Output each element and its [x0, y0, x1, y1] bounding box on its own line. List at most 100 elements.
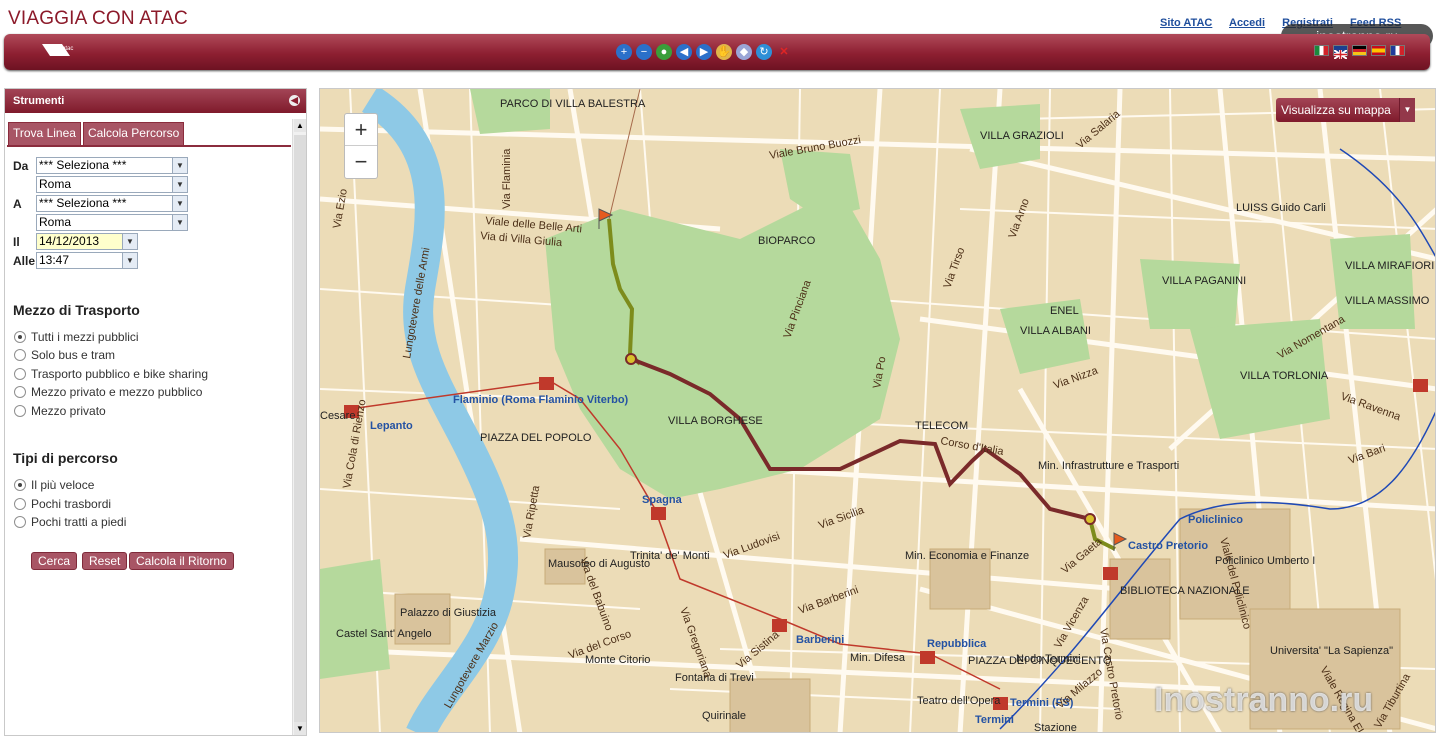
- link-accedi[interactable]: Accedi: [1229, 17, 1265, 29]
- label-barberini: Barberini: [796, 634, 844, 646]
- da-label: Da: [13, 159, 29, 173]
- villa-paganini-park: [1140, 259, 1240, 329]
- label-monte-citorio: Monte Citorio: [585, 654, 650, 666]
- label-quirinale: Quirinale: [702, 710, 746, 722]
- metro-east-icon[interactable]: [1413, 379, 1428, 392]
- tab-calcola-percorso[interactable]: Calcola Percorso: [82, 122, 185, 145]
- villa-mirafiori-park: [1330, 234, 1415, 329]
- map-zoom-out-button[interactable]: −: [345, 146, 377, 178]
- link-sito-atac[interactable]: Sito ATAC: [1160, 17, 1212, 29]
- chevron-down-icon: ▼: [172, 196, 187, 211]
- close-icon[interactable]: ✕: [776, 44, 792, 60]
- map-canvas: PARCO DI VILLA BALESTRA BIOPARCO VILLA B…: [320, 89, 1435, 733]
- zoom-in-icon[interactable]: +: [616, 44, 632, 60]
- date-field[interactable]: 14/12/2013 ▼: [36, 233, 138, 250]
- calendar-dropdown-icon: ▼: [122, 234, 137, 249]
- metro-repubblica-icon[interactable]: [920, 651, 935, 664]
- metro-castro-pretorio-icon[interactable]: [1103, 567, 1118, 580]
- label-villa-balestra: PARCO DI VILLA BALESTRA: [500, 98, 646, 110]
- back-icon[interactable]: ◀: [676, 44, 692, 60]
- time-value: 13:47: [39, 253, 70, 267]
- atac-logo-icon: atac: [42, 44, 73, 56]
- radio-label: Mezzo privato: [31, 404, 106, 418]
- flag-de-icon[interactable]: [1352, 45, 1367, 56]
- metro-flaminio-icon[interactable]: [539, 377, 554, 390]
- flag-it-icon[interactable]: [1314, 45, 1329, 56]
- toolbar: atac + − ● ◀ ▶ ✋ ◆ ↻ ✕: [4, 34, 1430, 70]
- eraser-icon[interactable]: ◆: [736, 44, 752, 60]
- forward-icon[interactable]: ▶: [696, 44, 712, 60]
- a-select[interactable]: *** Seleziona *** ▼: [36, 195, 188, 212]
- panel-scrollbar[interactable]: ▲ ▼: [292, 119, 306, 735]
- time-field[interactable]: 13:47 ▼: [36, 252, 138, 269]
- scroll-thumb[interactable]: [294, 135, 306, 729]
- label-villa-grazioli: VILLA GRAZIOLI: [980, 130, 1064, 142]
- label-villa-mirafiori: VILLA MIRAFIORI: [1345, 260, 1434, 272]
- reset-button[interactable]: Reset: [82, 552, 128, 570]
- radio-tutti-mezzi[interactable]: Tutti i mezzi pubblici: [14, 330, 139, 344]
- radio-dot: [14, 516, 26, 528]
- label-termini: Termini: [975, 714, 1014, 726]
- radio-privato[interactable]: Mezzo privato: [14, 404, 106, 418]
- radio-bike-sharing[interactable]: Trasporto pubblico e bike sharing: [14, 367, 208, 381]
- radio-dot: [14, 349, 26, 361]
- collapse-icon[interactable]: ◀: [289, 95, 300, 106]
- tipi-title: Tipi di percorso: [13, 450, 118, 466]
- radio-pochi-trasbordi[interactable]: Pochi trasbordi: [14, 497, 111, 511]
- panel-title: Strumenti: [13, 95, 65, 107]
- radio-label: Pochi tratti a piedi: [31, 515, 127, 529]
- label-villa-massimo: VILLA MASSIMO: [1345, 295, 1430, 307]
- radio-label: Mezzo privato e mezzo pubblico: [31, 385, 203, 399]
- route-stop-end[interactable]: [1084, 513, 1096, 525]
- a-select-value: *** Seleziona ***: [39, 196, 127, 210]
- hand-icon[interactable]: ✋: [716, 44, 732, 60]
- label-nodo-termini: Nodo Termini: [1016, 653, 1081, 665]
- da-city-select[interactable]: Roma ▼: [36, 176, 188, 193]
- a-city-select[interactable]: Roma ▼: [36, 214, 188, 231]
- visualizza-label: Visualizza su mappa: [1281, 103, 1391, 117]
- label-castro-pretorio: Castro Pretorio: [1128, 540, 1208, 552]
- panel-header: Strumenti ◀: [5, 89, 306, 113]
- radio-label: Solo bus e tram: [31, 348, 116, 362]
- radio-label: Tutti i mezzi pubblici: [31, 330, 139, 344]
- tab-trova-linea[interactable]: Trova Linea: [8, 122, 81, 145]
- map-zoom-in-button[interactable]: +: [345, 114, 377, 146]
- map-zoom-control: + −: [344, 113, 378, 179]
- svg-text:atac: atac: [62, 46, 73, 52]
- label-telecom: TELECOM: [915, 420, 968, 432]
- visualizza-dropdown[interactable]: Visualizza su mappa ▼: [1276, 98, 1415, 122]
- map-area[interactable]: PARCO DI VILLA BALESTRA BIOPARCO VILLA B…: [319, 88, 1436, 733]
- radio-bus-tram[interactable]: Solo bus e tram: [14, 348, 115, 362]
- refresh-icon[interactable]: ↻: [756, 44, 772, 60]
- scroll-down-icon[interactable]: ▼: [294, 722, 306, 735]
- globe-icon[interactable]: ●: [656, 44, 672, 60]
- il-label: Il: [13, 235, 20, 249]
- radio-dot: [14, 368, 26, 380]
- app-root: VIAGGIA CON ATAC Sito ATAC Accedi Regist…: [0, 0, 1440, 743]
- label-min-economia: Min. Economia e Finanze: [905, 550, 1029, 562]
- metro-spagna-icon[interactable]: [651, 507, 666, 520]
- language-flags: [1314, 45, 1405, 60]
- zoom-out-icon[interactable]: −: [636, 44, 652, 60]
- da-select[interactable]: *** Seleziona *** ▼: [36, 157, 188, 174]
- scroll-up-icon[interactable]: ▲: [294, 119, 306, 132]
- label-sapienza: Universita' "La Sapienza": [1270, 645, 1393, 657]
- route-stop-start[interactable]: [625, 353, 637, 365]
- a-label: A: [13, 197, 22, 211]
- flag-fr-icon[interactable]: [1390, 45, 1405, 56]
- app-title: VIAGGIA CON ATAC: [8, 8, 188, 29]
- flag-es-icon[interactable]: [1371, 45, 1386, 56]
- cerca-button[interactable]: Cerca: [31, 552, 78, 570]
- villa-balestra-park: [470, 89, 550, 134]
- date-value: 14/12/2013: [39, 234, 100, 248]
- calcola-ritorno-button[interactable]: Calcola il Ritorno: [129, 552, 234, 570]
- label-luiss: LUISS Guido Carli: [1236, 202, 1326, 214]
- chevron-down-icon: ▼: [172, 215, 187, 230]
- radio-privato-pubblico[interactable]: Mezzo privato e mezzo pubblico: [14, 385, 202, 399]
- radio-pochi-piedi[interactable]: Pochi tratti a piedi: [14, 515, 126, 529]
- radio-piu-veloce[interactable]: Il più veloce: [14, 478, 94, 492]
- flag-uk-icon[interactable]: [1333, 45, 1348, 60]
- label-stazione: Stazione: [1034, 722, 1077, 733]
- tab-underline: [7, 145, 291, 147]
- label-enel: ENEL: [1050, 305, 1079, 317]
